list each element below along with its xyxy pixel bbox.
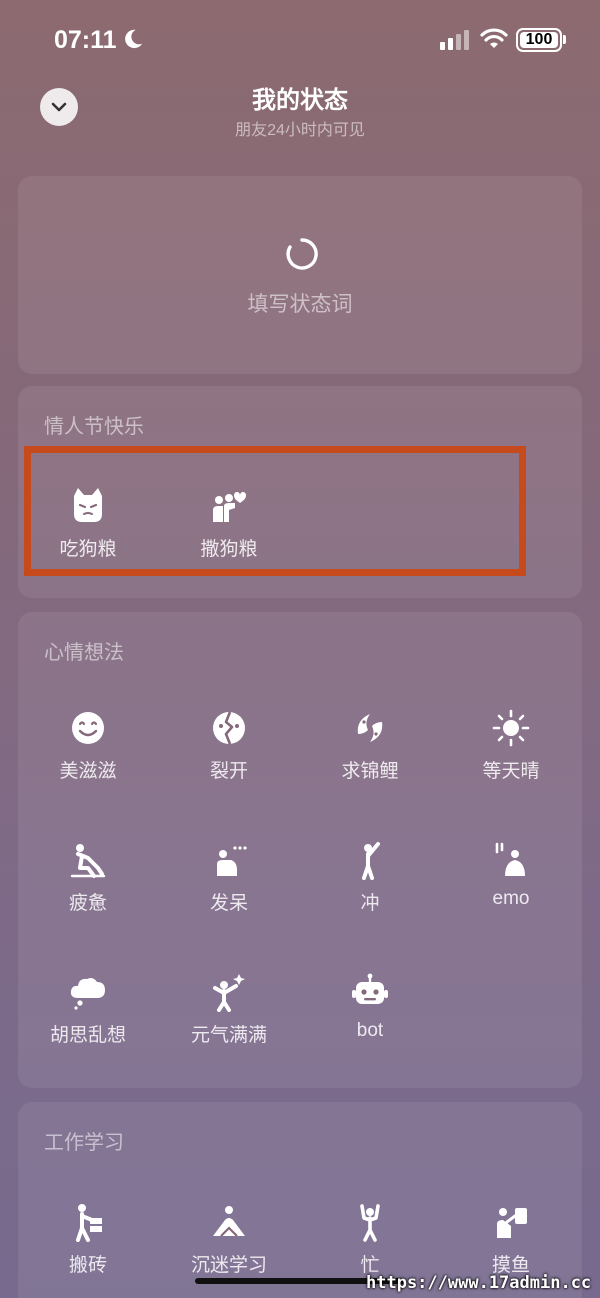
status-option-wait-for-sun[interactable]: 等天晴 [441,696,581,806]
wifi-icon [480,28,508,48]
slacking-person-icon [497,1208,527,1238]
status-option-moving-bricks[interactable]: 搬砖 [18,1190,158,1298]
status-option-emo[interactable]: emo [441,828,581,938]
status-option-label: 等天晴 [482,761,540,782]
section-work: 工作学习 搬砖 沉迷学习 忙 摸鱼 [18,1102,582,1298]
moon-icon [125,29,143,49]
status-option-label: emo [492,888,530,909]
highlight-box [24,446,526,576]
thought-cloud-icon [70,978,105,1010]
tired-person-icon [70,844,106,878]
cracked-face-icon [213,711,245,745]
energetic-person-icon [213,974,245,1012]
robot-icon [352,973,388,1004]
status-option-label: 胡思乱想 [49,1025,126,1046]
section-title-work: 工作学习 [44,1132,124,1154]
status-option-label: 裂开 [209,761,248,782]
emo-person-icon [495,842,525,876]
status-option-label: 疲惫 [68,893,107,914]
status-option-label: bot [356,1020,384,1041]
status-option-overthinking[interactable]: 胡思乱想 [18,960,158,1070]
status-option-full-of-energy[interactable]: 元气满满 [159,960,299,1070]
status-option-daze[interactable]: 发呆 [159,828,299,938]
dazed-person-icon [217,846,247,876]
section-valentine: 情人节快乐 吃狗粮 撒狗粮 [18,386,582,598]
status-option-label: 求锦鲤 [341,761,399,782]
status-option-label: 发呆 [209,893,248,914]
section-title-valentine: 情人节快乐 [44,416,144,438]
status-option-label: 冲 [360,893,380,914]
status-option-bot[interactable]: bot [300,960,440,1070]
signal-icon [440,30,469,50]
section-title-mood: 心情想法 [44,642,124,664]
koi-icon [357,714,383,742]
watermark: https://www.17admin.cc [366,1273,592,1293]
status-input-placeholder: 填写状态词 [247,293,353,316]
battery-tip [563,35,566,44]
status-option-koi-luck[interactable]: 求锦鲤 [300,696,440,806]
status-time: 07:11 [54,26,117,54]
status-input-card[interactable]: 填写状态词 [18,176,582,374]
battery-level: 100 [520,32,558,48]
loading-spinner-icon [286,238,318,270]
status-option-go[interactable]: 冲 [300,828,440,938]
sun-icon [492,709,530,747]
status-option-label: 美滋滋 [59,761,117,782]
status-option-label: 搬砖 [68,1255,107,1276]
status-bar: 07:11 100 [0,0,600,80]
battery-icon: 100 [516,28,562,52]
status-option-label: 元气满满 [190,1025,267,1046]
status-option-label: 沉迷学习 [190,1255,267,1276]
charging-person-icon [362,842,380,880]
section-mood: 心情想法 美滋滋 裂开 求锦鲤 等天晴 疲惫 发呆 冲 emo 胡思乱想 元气满… [18,612,582,1088]
busy-person-icon [360,1204,380,1242]
page-subtitle: 朋友24小时内可见 [235,122,365,139]
status-option-cracked[interactable]: 裂开 [159,696,299,806]
smiley-icon [72,712,104,744]
studying-person-icon [213,1206,245,1237]
page-title: 我的状态 [252,87,348,114]
brick-carrier-icon [76,1204,102,1242]
status-option-delighted[interactable]: 美滋滋 [18,696,158,806]
status-option-tired[interactable]: 疲惫 [18,828,158,938]
